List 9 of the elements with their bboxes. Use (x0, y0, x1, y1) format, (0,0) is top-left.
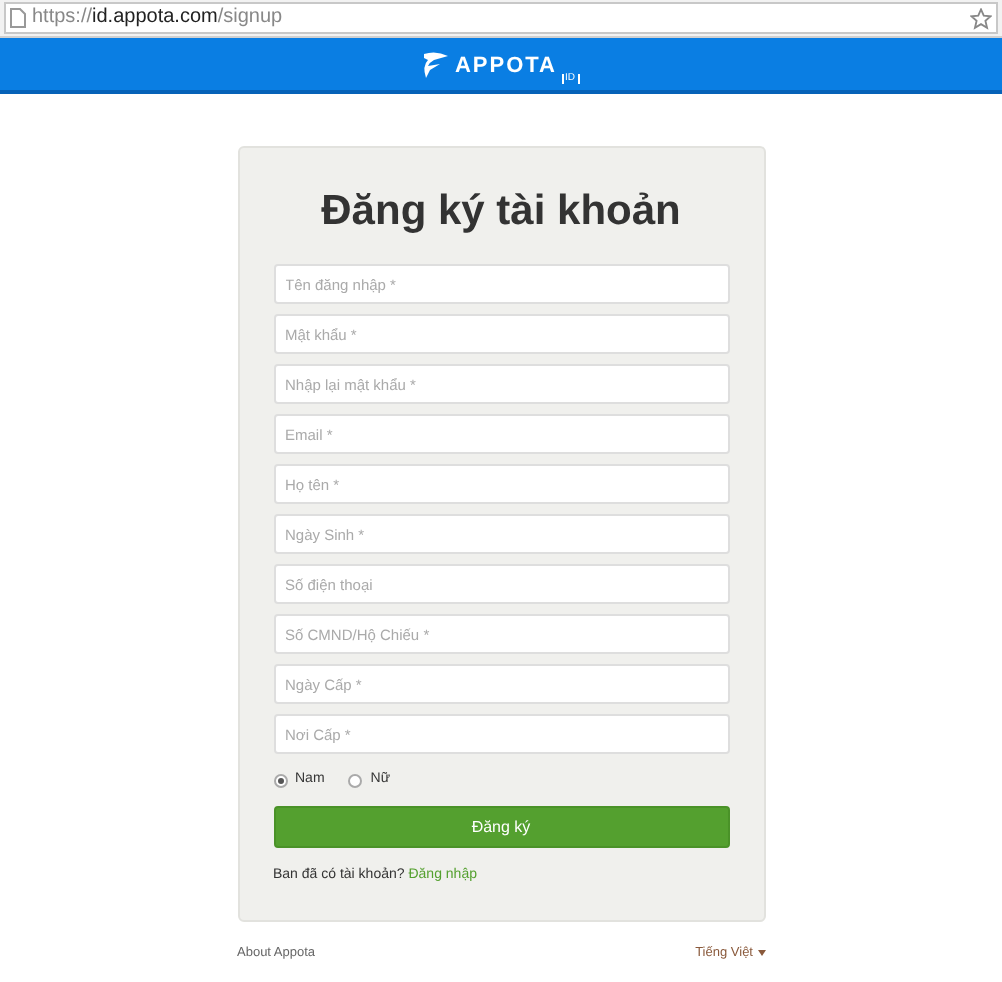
caret-icon (757, 950, 765, 957)
logo-text: APPOTA (454, 56, 558, 78)
signup-button[interactable]: Đăng ký (273, 806, 729, 848)
form-title: Đăng ký tài khoản (319, 186, 683, 238)
logo-icon (422, 50, 451, 78)
address-bar[interactable]: https://id.appota.com/signup (4, 2, 998, 34)
url-text: https://id.appota.com/signup (32, 8, 283, 28)
page-icon (10, 8, 26, 28)
star-icon[interactable] (970, 7, 992, 29)
